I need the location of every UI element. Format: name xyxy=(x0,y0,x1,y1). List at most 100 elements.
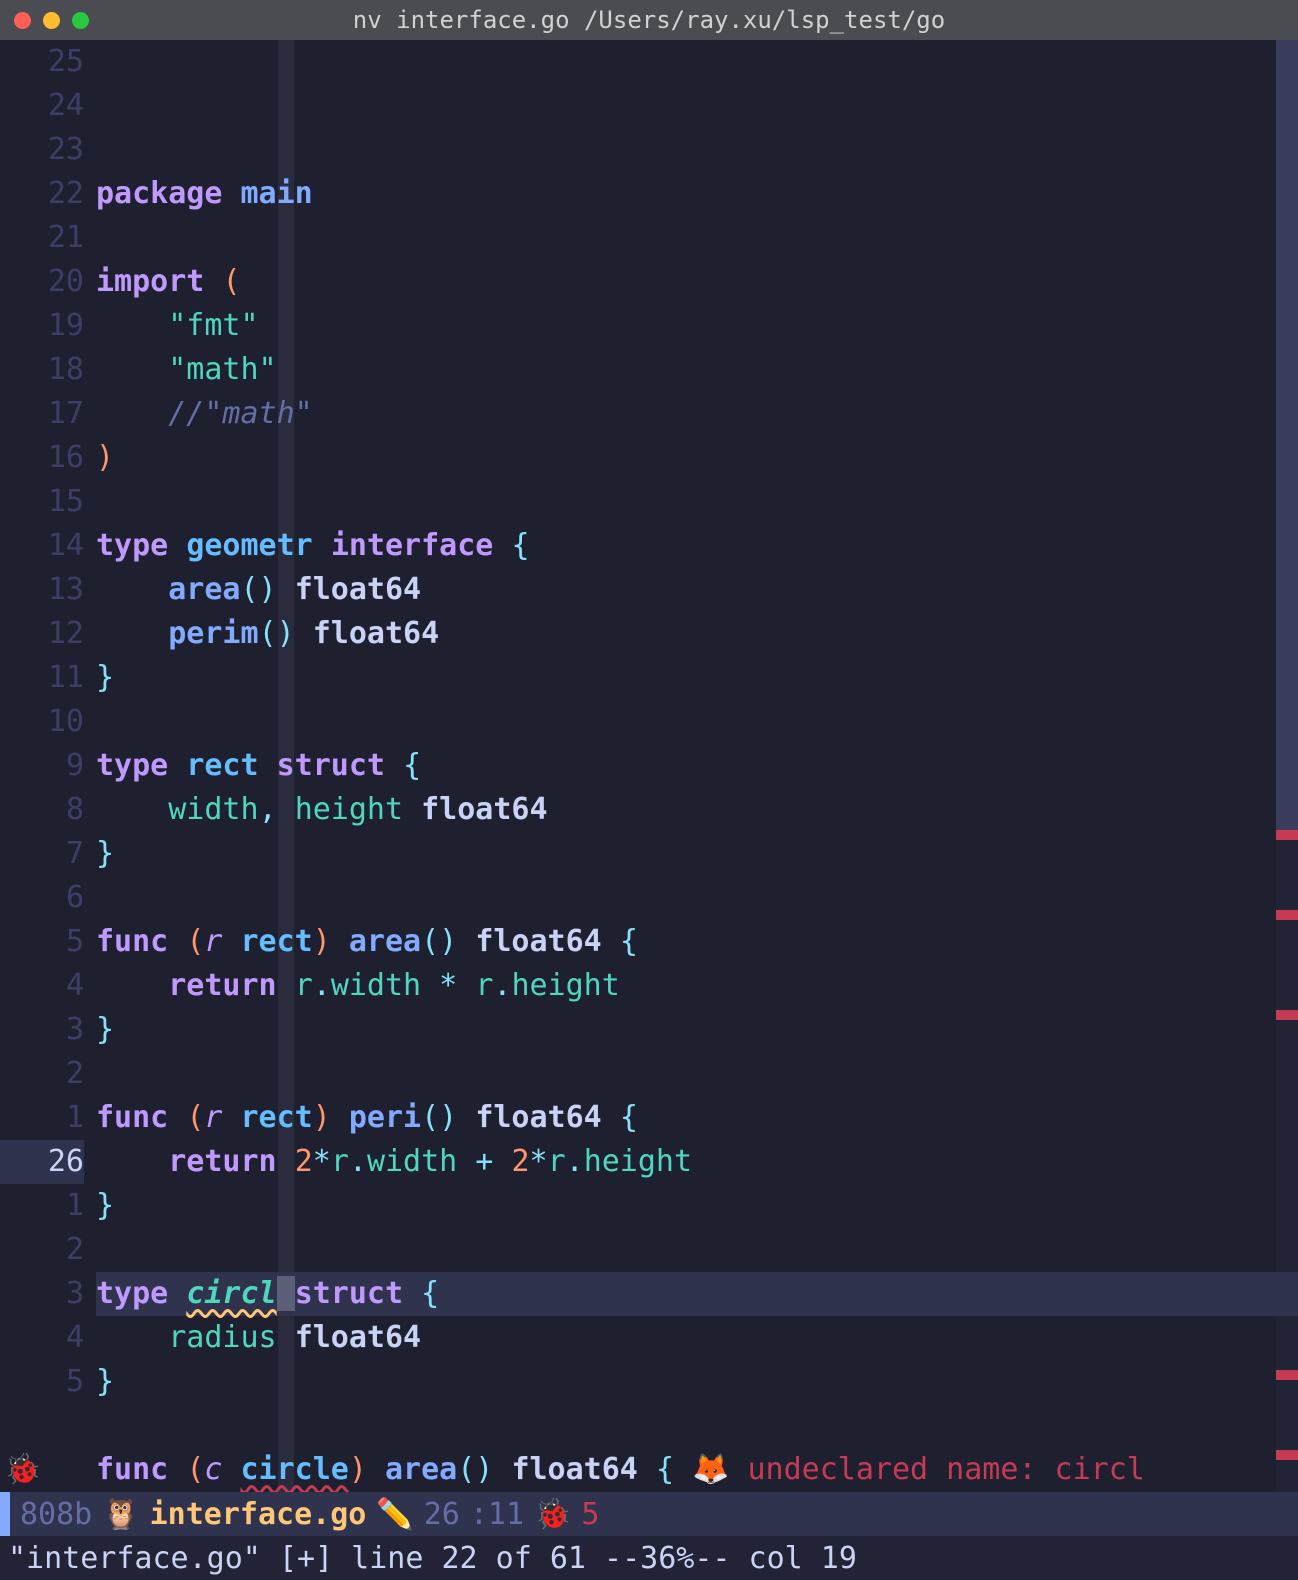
token: struct xyxy=(277,748,403,783)
line-number: 23 xyxy=(0,128,84,172)
token: peri xyxy=(349,1100,421,1135)
line-number: 13 xyxy=(0,568,84,612)
token: ( xyxy=(186,1100,204,1135)
code-line[interactable]: import ( xyxy=(96,260,1298,304)
token: { xyxy=(511,528,529,563)
token: geometr xyxy=(186,528,331,563)
token: float64 xyxy=(295,572,421,607)
code-line[interactable]: ) xyxy=(96,436,1298,480)
line-number: 14 xyxy=(0,524,84,568)
code-line[interactable]: func (r rect) area() float64 { xyxy=(96,920,1298,964)
code-line[interactable]: package main xyxy=(96,172,1298,216)
code-line[interactable] xyxy=(96,700,1298,744)
code-line[interactable]: } xyxy=(96,1360,1298,1404)
line-number: 26 xyxy=(0,1140,84,1184)
token: 2 xyxy=(511,1144,529,1179)
code-line[interactable] xyxy=(96,480,1298,524)
line-number: 7 xyxy=(0,832,84,876)
token xyxy=(96,1320,168,1355)
token xyxy=(96,572,168,607)
code-line[interactable]: type rect struct { xyxy=(96,744,1298,788)
token: width xyxy=(367,1144,457,1179)
code-line[interactable]: func (c circle) area() float64 { 🦊 undec… xyxy=(96,1448,1298,1492)
line-number: 1 xyxy=(0,1096,84,1140)
code-line[interactable]: type circl struct { xyxy=(96,1272,1298,1316)
token: ) xyxy=(313,924,349,959)
line-number: 16 xyxy=(0,436,84,480)
titlebar: nv interface.go /Users/ray.xu/lsp_test/g… xyxy=(0,0,1298,40)
line-number: 10 xyxy=(0,700,84,744)
line-number: 3 xyxy=(0,1008,84,1052)
window-title: nv interface.go /Users/ray.xu/lsp_test/g… xyxy=(0,6,1298,34)
editor[interactable]: 2524232221201918171615141312111098765432… xyxy=(0,40,1298,1492)
code-line[interactable] xyxy=(96,1228,1298,1272)
code-area[interactable]: package main import ( "fmt" "math" //"mat… xyxy=(96,40,1298,1492)
code-line[interactable]: radius float64 xyxy=(96,1316,1298,1360)
code-line[interactable]: } xyxy=(96,1184,1298,1228)
token: perim xyxy=(168,616,258,651)
code-line[interactable]: func (r rect) peri() float64 { xyxy=(96,1096,1298,1140)
token: type xyxy=(96,748,186,783)
code-line[interactable]: return r.width * r.height xyxy=(96,964,1298,1008)
token: interface xyxy=(331,528,512,563)
token: area xyxy=(349,924,421,959)
code-line[interactable]: //"math" xyxy=(96,392,1298,436)
code-line[interactable]: perim() float64 xyxy=(96,612,1298,656)
code-line[interactable]: } xyxy=(96,656,1298,700)
code-line[interactable]: } xyxy=(96,832,1298,876)
token: radius xyxy=(168,1320,294,1355)
token: r xyxy=(331,1144,349,1179)
file-name: interface.go xyxy=(140,1497,377,1532)
code-line[interactable]: "math" xyxy=(96,348,1298,392)
command-line[interactable]: "interface.go" [+] line 22 of 61 --36%--… xyxy=(0,1536,1298,1580)
owl-icon: 🦉 xyxy=(102,1497,139,1532)
statusbar: 808b 🦉 interface.go ✏️ 26 :11 🐞 5 xyxy=(0,1492,1298,1536)
code-line[interactable] xyxy=(96,876,1298,920)
token: type xyxy=(96,1276,186,1311)
token: , xyxy=(259,792,295,827)
maximize-icon[interactable] xyxy=(72,12,89,29)
token xyxy=(96,396,168,431)
token: float64 xyxy=(295,1320,421,1355)
token: circle xyxy=(241,1452,349,1487)
line-number: 25 xyxy=(0,40,84,84)
token: . xyxy=(493,968,511,1003)
line-number: 1 xyxy=(0,1184,84,1228)
token: 🦊 xyxy=(692,1452,747,1487)
token xyxy=(96,792,168,827)
code-line[interactable]: "fmt" xyxy=(96,304,1298,348)
token: () xyxy=(241,572,295,607)
token: } xyxy=(96,1012,114,1047)
code-line[interactable] xyxy=(96,1052,1298,1096)
token: float64 xyxy=(475,1100,620,1135)
token xyxy=(96,308,168,343)
token: } xyxy=(96,1364,114,1399)
line-number: 24 xyxy=(0,84,84,128)
token: "fmt" xyxy=(168,308,258,343)
token: . xyxy=(349,1144,367,1179)
code-line[interactable] xyxy=(96,1404,1298,1448)
code-line[interactable]: area() float64 xyxy=(96,568,1298,612)
token: ) xyxy=(96,440,114,475)
minimize-icon[interactable] xyxy=(43,12,60,29)
token: rect xyxy=(186,748,276,783)
token: ( xyxy=(186,1452,204,1487)
code-line[interactable]: width, height float64 xyxy=(96,788,1298,832)
line-number: 9 xyxy=(0,744,84,788)
code-line[interactable] xyxy=(96,216,1298,260)
close-icon[interactable] xyxy=(14,12,31,29)
line-number: 5 xyxy=(0,1360,84,1404)
code-line[interactable]: type geometr interface { xyxy=(96,524,1298,568)
token: func xyxy=(96,1452,186,1487)
line-number: 12 xyxy=(0,612,84,656)
edit-icon: ✏️ xyxy=(376,1497,413,1532)
token: { xyxy=(656,1452,692,1487)
token: { xyxy=(620,1100,638,1135)
token: area xyxy=(168,572,240,607)
token: r xyxy=(295,968,313,1003)
code-line[interactable]: return 2*r.width + 2*r.height xyxy=(96,1140,1298,1184)
token: () xyxy=(421,924,475,959)
code-line[interactable]: } xyxy=(96,1008,1298,1052)
line-number: 6 xyxy=(0,876,84,920)
token: () xyxy=(421,1100,475,1135)
